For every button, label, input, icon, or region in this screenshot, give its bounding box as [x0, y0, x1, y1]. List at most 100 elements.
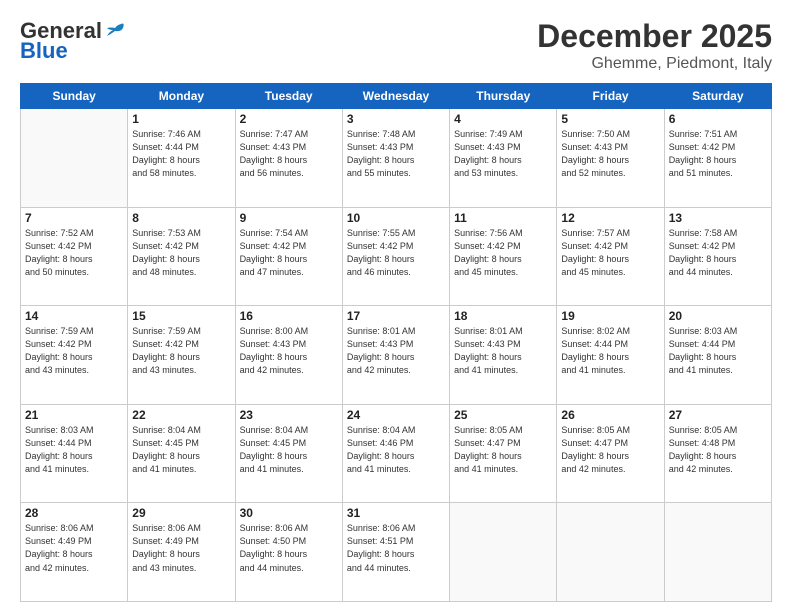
day-number: 13: [669, 211, 767, 225]
day-number: 15: [132, 309, 230, 323]
day-number: 18: [454, 309, 552, 323]
title-block: December 2025 Ghemme, Piedmont, Italy: [537, 18, 772, 73]
day-info: Sunrise: 7:59 AMSunset: 4:42 PMDaylight:…: [25, 325, 123, 377]
day-info: Sunrise: 8:04 AMSunset: 4:46 PMDaylight:…: [347, 424, 445, 476]
day-info: Sunrise: 8:06 AMSunset: 4:50 PMDaylight:…: [240, 522, 338, 574]
day-number: 14: [25, 309, 123, 323]
calendar-cell: 26 Sunrise: 8:05 AMSunset: 4:47 PMDayligh…: [557, 404, 664, 503]
calendar-cell: [664, 503, 771, 602]
day-info: Sunrise: 7:53 AMSunset: 4:42 PMDaylight:…: [132, 227, 230, 279]
calendar-cell: 20 Sunrise: 8:03 AMSunset: 4:44 PMDayligh…: [664, 306, 771, 405]
day-number: 31: [347, 506, 445, 520]
day-info: Sunrise: 7:50 AMSunset: 4:43 PMDaylight:…: [561, 128, 659, 180]
calendar-table: Sunday Monday Tuesday Wednesday Thursday…: [20, 83, 772, 602]
day-number: 10: [347, 211, 445, 225]
header-monday: Monday: [128, 84, 235, 109]
header-thursday: Thursday: [450, 84, 557, 109]
calendar-cell: 12 Sunrise: 7:57 AMSunset: 4:42 PMDayligh…: [557, 207, 664, 306]
day-number: 29: [132, 506, 230, 520]
day-number: 22: [132, 408, 230, 422]
day-number: 24: [347, 408, 445, 422]
calendar-cell: 3Sunrise: 7:48 AMSunset: 4:43 PMDaylight…: [342, 109, 449, 208]
calendar-cell: [21, 109, 128, 208]
logo: General Blue: [20, 18, 126, 64]
day-info: Sunrise: 8:04 AMSunset: 4:45 PMDaylight:…: [240, 424, 338, 476]
day-info: Sunrise: 7:48 AMSunset: 4:43 PMDaylight:…: [347, 128, 445, 180]
day-number: 8: [132, 211, 230, 225]
calendar-cell: 4 Sunrise: 7:49 AMSunset: 4:43 PMDaylight…: [450, 109, 557, 208]
day-info: Sunrise: 7:59 AMSunset: 4:42 PMDaylight:…: [132, 325, 230, 377]
calendar-cell: 11 Sunrise: 7:56 AMSunset: 4:42 PMDayligh…: [450, 207, 557, 306]
calendar-cell: 22Sunrise: 8:04 AMSunset: 4:45 PMDayligh…: [128, 404, 235, 503]
day-info: Sunrise: 8:06 AMSunset: 4:51 PMDaylight:…: [347, 522, 445, 574]
day-number: 19: [561, 309, 659, 323]
day-info: Sunrise: 7:49 AMSunset: 4:43 PMDaylight:…: [454, 128, 552, 180]
day-number: 4: [454, 112, 552, 126]
day-info: Sunrise: 8:02 AMSunset: 4:44 PMDaylight:…: [561, 325, 659, 377]
calendar-cell: 6 Sunrise: 7:51 AMSunset: 4:42 PMDaylight…: [664, 109, 771, 208]
month-title: December 2025: [537, 18, 772, 55]
header-saturday: Saturday: [664, 84, 771, 109]
calendar-cell: 25 Sunrise: 8:05 AMSunset: 4:47 PMDayligh…: [450, 404, 557, 503]
day-number: 1: [132, 112, 230, 126]
day-number: 27: [669, 408, 767, 422]
calendar-cell: 21Sunrise: 8:03 AMSunset: 4:44 PMDayligh…: [21, 404, 128, 503]
day-info: Sunrise: 8:05 AMSunset: 4:47 PMDaylight:…: [561, 424, 659, 476]
day-info: Sunrise: 8:06 AMSunset: 4:49 PMDaylight:…: [132, 522, 230, 574]
calendar-cell: 30 Sunrise: 8:06 AMSunset: 4:50 PMDayligh…: [235, 503, 342, 602]
week-row-5: 28Sunrise: 8:06 AMSunset: 4:49 PMDayligh…: [21, 503, 772, 602]
day-number: 26: [561, 408, 659, 422]
calendar-cell: [450, 503, 557, 602]
calendar-cell: 29 Sunrise: 8:06 AMSunset: 4:49 PMDayligh…: [128, 503, 235, 602]
week-row-4: 21Sunrise: 8:03 AMSunset: 4:44 PMDayligh…: [21, 404, 772, 503]
day-info: Sunrise: 7:46 AMSunset: 4:44 PMDaylight:…: [132, 128, 230, 180]
day-info: Sunrise: 8:05 AMSunset: 4:47 PMDaylight:…: [454, 424, 552, 476]
day-info: Sunrise: 7:58 AMSunset: 4:42 PMDaylight:…: [669, 227, 767, 279]
calendar-cell: 10 Sunrise: 7:55 AMSunset: 4:42 PMDayligh…: [342, 207, 449, 306]
day-info: Sunrise: 8:00 AMSunset: 4:43 PMDaylight:…: [240, 325, 338, 377]
calendar-cell: 7 Sunrise: 7:52 AMSunset: 4:42 PMDaylight…: [21, 207, 128, 306]
day-info: Sunrise: 7:55 AMSunset: 4:42 PMDaylight:…: [347, 227, 445, 279]
week-row-3: 14 Sunrise: 7:59 AMSunset: 4:42 PMDayligh…: [21, 306, 772, 405]
day-number: 25: [454, 408, 552, 422]
day-number: 11: [454, 211, 552, 225]
day-number: 16: [240, 309, 338, 323]
day-number: 30: [240, 506, 338, 520]
day-number: 23: [240, 408, 338, 422]
day-number: 9: [240, 211, 338, 225]
day-number: 20: [669, 309, 767, 323]
day-info: Sunrise: 7:57 AMSunset: 4:42 PMDaylight:…: [561, 227, 659, 279]
calendar-cell: 2 Sunrise: 7:47 AMSunset: 4:43 PMDaylight…: [235, 109, 342, 208]
calendar-cell: [557, 503, 664, 602]
day-number: 6: [669, 112, 767, 126]
calendar-cell: 8 Sunrise: 7:53 AMSunset: 4:42 PMDaylight…: [128, 207, 235, 306]
calendar-cell: 28Sunrise: 8:06 AMSunset: 4:49 PMDayligh…: [21, 503, 128, 602]
logo-blue: Blue: [20, 38, 68, 64]
day-info: Sunrise: 8:03 AMSunset: 4:44 PMDaylight:…: [669, 325, 767, 377]
day-info: Sunrise: 7:51 AMSunset: 4:42 PMDaylight:…: [669, 128, 767, 180]
day-info: Sunrise: 7:52 AMSunset: 4:42 PMDaylight:…: [25, 227, 123, 279]
calendar-cell: 5 Sunrise: 7:50 AMSunset: 4:43 PMDaylight…: [557, 109, 664, 208]
calendar-cell: 14 Sunrise: 7:59 AMSunset: 4:42 PMDayligh…: [21, 306, 128, 405]
day-number: 12: [561, 211, 659, 225]
day-number: 21: [25, 408, 123, 422]
calendar-cell: 31 Sunrise: 8:06 AMSunset: 4:51 PMDayligh…: [342, 503, 449, 602]
weekday-header-row: Sunday Monday Tuesday Wednesday Thursday…: [21, 84, 772, 109]
week-row-2: 7 Sunrise: 7:52 AMSunset: 4:42 PMDaylight…: [21, 207, 772, 306]
calendar-cell: 16 Sunrise: 8:00 AMSunset: 4:43 PMDayligh…: [235, 306, 342, 405]
calendar-cell: 15 Sunrise: 7:59 AMSunset: 4:42 PMDayligh…: [128, 306, 235, 405]
header-wednesday: Wednesday: [342, 84, 449, 109]
header-sunday: Sunday: [21, 84, 128, 109]
calendar-cell: 1 Sunrise: 7:46 AMSunset: 4:44 PMDaylight…: [128, 109, 235, 208]
day-number: 17: [347, 309, 445, 323]
day-number: 7: [25, 211, 123, 225]
day-number: 5: [561, 112, 659, 126]
day-info: Sunrise: 8:01 AMSunset: 4:43 PMDaylight:…: [454, 325, 552, 377]
day-info: Sunrise: 7:47 AMSunset: 4:43 PMDaylight:…: [240, 128, 338, 180]
header: General Blue December 2025 Ghemme, Piedm…: [20, 18, 772, 73]
day-info: Sunrise: 8:01 AMSunset: 4:43 PMDaylight:…: [347, 325, 445, 377]
page: General Blue December 2025 Ghemme, Piedm…: [0, 0, 792, 612]
day-info: Sunrise: 7:56 AMSunset: 4:42 PMDaylight:…: [454, 227, 552, 279]
week-row-1: 1 Sunrise: 7:46 AMSunset: 4:44 PMDaylight…: [21, 109, 772, 208]
day-number: 2: [240, 112, 338, 126]
